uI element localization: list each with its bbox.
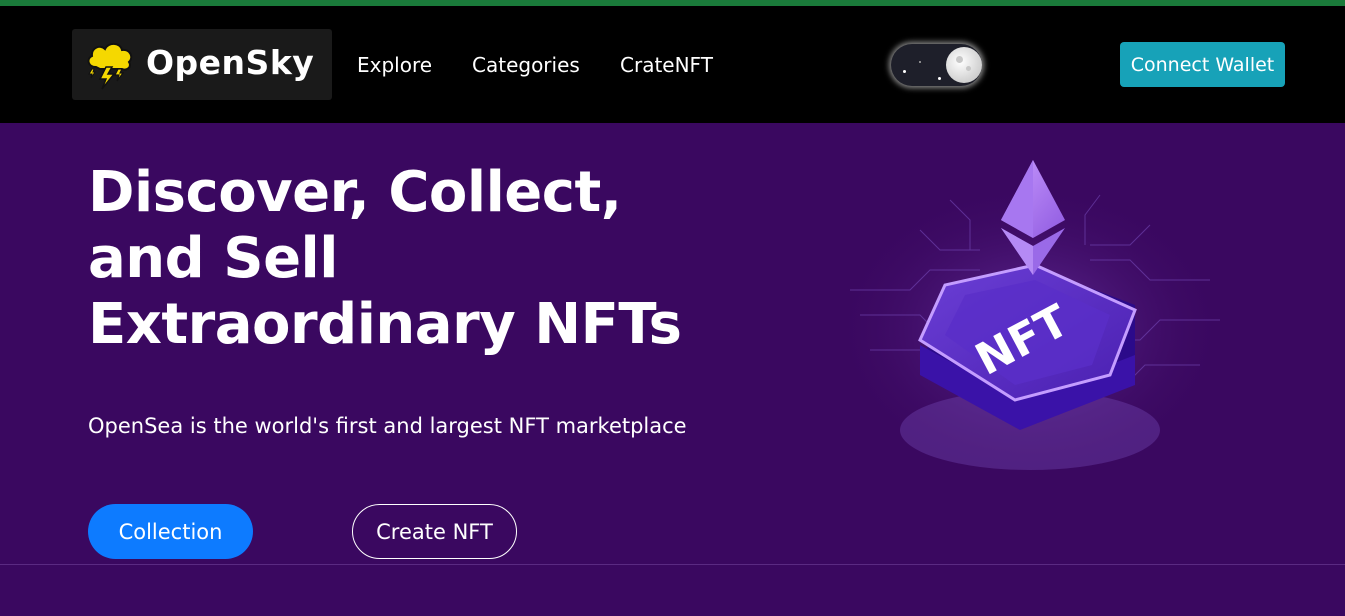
navbar: OpenSky Explore Categories CrateNFT Conn…: [0, 6, 1345, 123]
connect-wallet-button[interactable]: Connect Wallet: [1120, 42, 1285, 87]
nav-link-cratenft[interactable]: CrateNFT: [620, 53, 713, 77]
nav-link-categories[interactable]: Categories: [472, 53, 580, 77]
brand-logo[interactable]: OpenSky: [72, 29, 332, 100]
collection-button[interactable]: Collection: [88, 504, 253, 559]
hero-subtitle: OpenSea is the world's first and largest…: [88, 414, 687, 438]
section-divider: [0, 564, 1345, 565]
theme-toggle[interactable]: [891, 44, 982, 86]
nav-link-explore[interactable]: Explore: [357, 53, 432, 77]
star-icon: [919, 61, 921, 63]
storm-cloud-icon: [87, 42, 133, 90]
brand-name: OpenSky: [146, 43, 315, 82]
hero-title: Discover, Collect, and Sell Extraordinar…: [88, 160, 682, 357]
ethereum-nft-illustration: NFT: [830, 160, 1230, 480]
star-icon: [903, 70, 906, 73]
moon-icon: [946, 47, 982, 83]
create-nft-button[interactable]: Create NFT: [352, 504, 517, 559]
star-icon: [938, 77, 941, 80]
